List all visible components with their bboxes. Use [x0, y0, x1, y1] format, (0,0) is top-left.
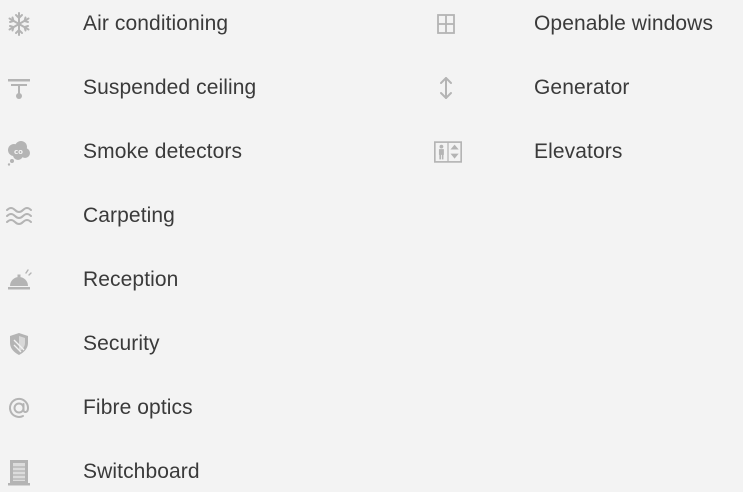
amenity-label: Openable windows	[534, 12, 714, 35]
amenity-label: Suspended ceiling	[83, 76, 257, 99]
amenity-label: Smoke detectors	[83, 140, 243, 163]
svg-text:co: co	[14, 148, 23, 156]
amenity-label: Elevators	[534, 140, 623, 163]
amenity-label: Air conditioning	[83, 12, 229, 35]
shield-icon	[5, 330, 33, 358]
elevator-icon	[434, 138, 462, 166]
smoke-detector-icon: co	[5, 138, 33, 166]
amenity-label: Generator	[534, 76, 630, 99]
window-icon	[432, 10, 460, 38]
at-sign-icon	[5, 394, 33, 422]
amenity-label: Security	[83, 332, 160, 355]
amenities-list: Air conditioning Suspended ceiling co Sm…	[0, 0, 743, 491]
amenity-label: Carpeting	[83, 204, 175, 227]
suspended-ceiling-icon	[5, 74, 33, 102]
vertical-arrows-icon	[432, 74, 460, 102]
carpet-waves-icon	[5, 202, 33, 230]
amenity-label: Fibre optics	[83, 396, 193, 419]
amenity-label: Reception	[83, 268, 179, 291]
switchboard-icon	[5, 458, 33, 486]
reception-bell-icon	[5, 266, 33, 294]
amenity-label: Switchboard	[83, 460, 200, 483]
snowflake-icon	[5, 10, 33, 38]
